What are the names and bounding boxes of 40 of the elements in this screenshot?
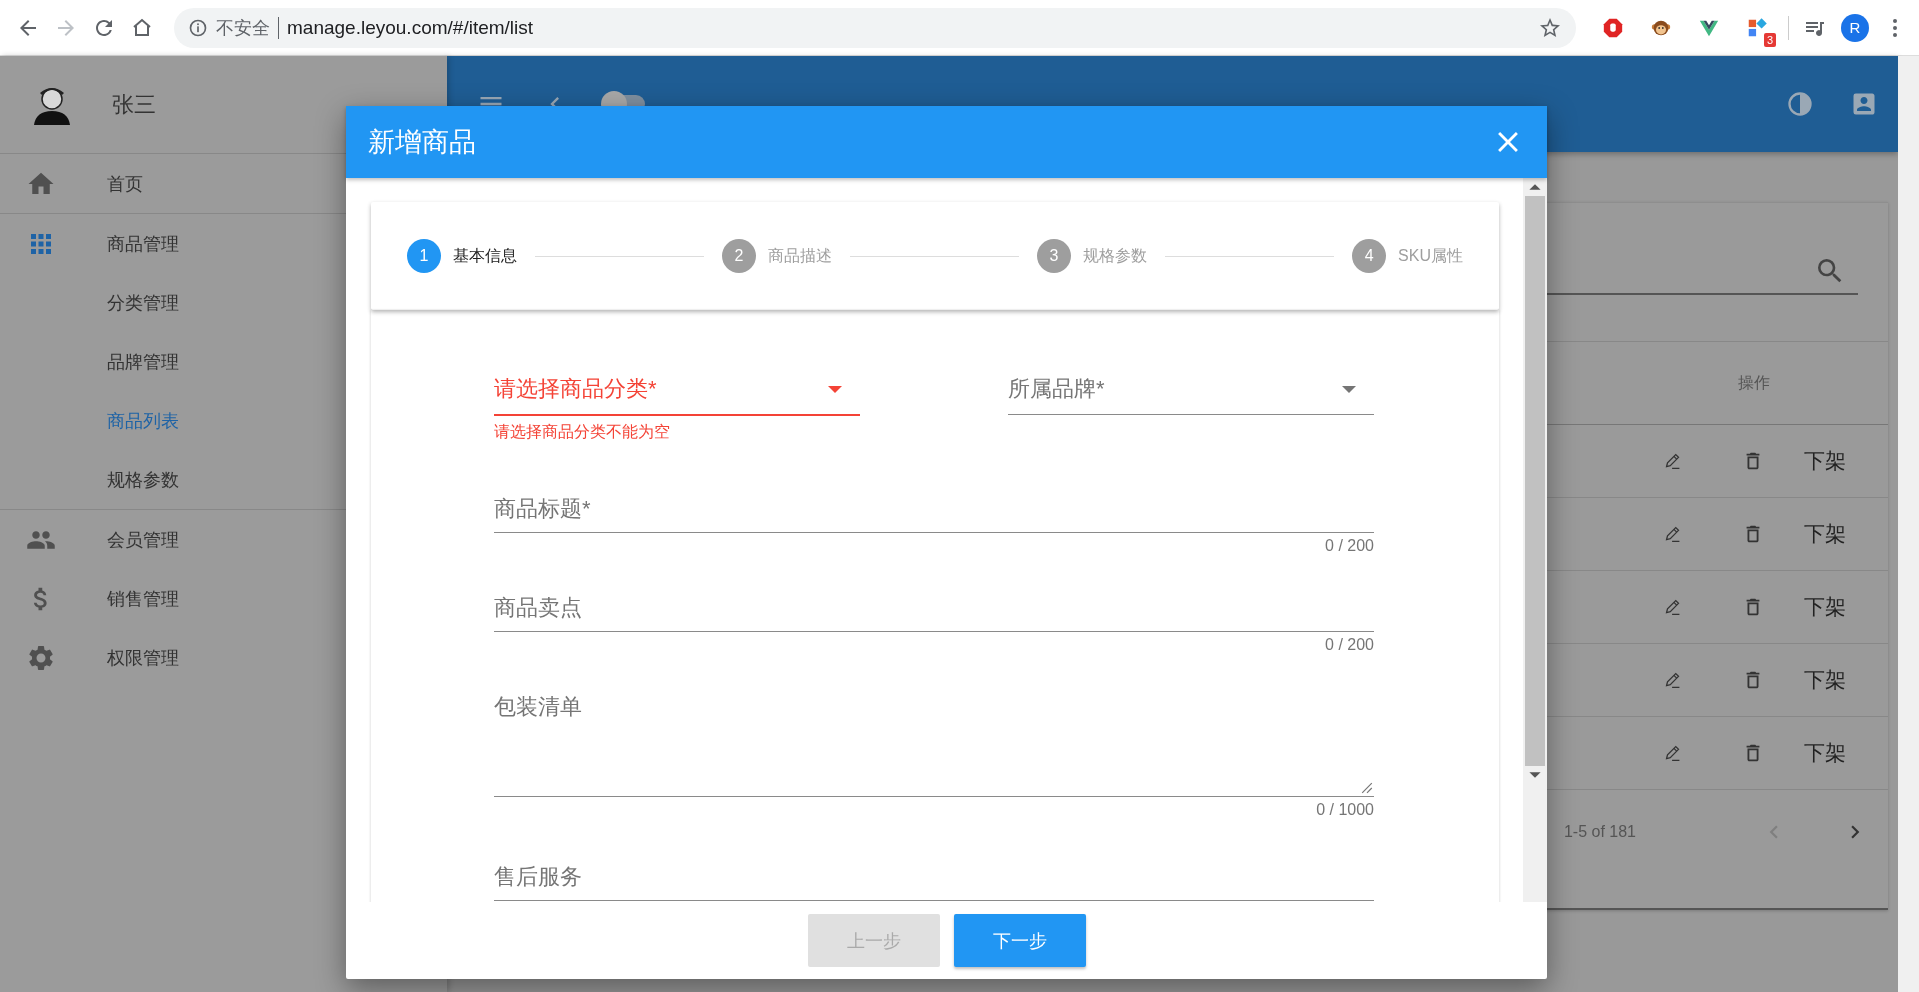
select-field[interactable]: 请选择商品分类*	[494, 370, 860, 416]
character-counter: 0 / 1000	[1316, 801, 1374, 819]
step[interactable]: 3 规格参数	[1037, 239, 1148, 273]
nav-item[interactable]: 会员管理	[0, 510, 447, 569]
page-scrollbar[interactable]	[1898, 56, 1919, 992]
dropdown-icon	[828, 385, 842, 393]
nav-item[interactable]: 权限管理	[0, 628, 447, 687]
text-field[interactable]: 售后服务	[494, 862, 1374, 901]
select-field[interactable]: 所属品牌*	[1008, 370, 1374, 415]
profile-avatar[interactable]: R	[1841, 13, 1869, 42]
error-message: 请选择商品分类不能为空	[494, 422, 671, 442]
textarea-field[interactable]: 包装清单	[494, 692, 1374, 797]
nav-item[interactable]: 销售管理	[0, 569, 447, 628]
text-field[interactable]: 商品卖点	[494, 593, 1374, 632]
step[interactable]: 1 基本信息	[407, 239, 517, 273]
text-field[interactable]: 商品标题*	[494, 494, 1374, 533]
character-counter: 0 / 200	[1325, 537, 1374, 555]
unlist-action[interactable]: 下架	[1804, 520, 1846, 548]
user-name: 张三	[112, 90, 156, 119]
info-icon[interactable]	[188, 17, 208, 38]
character-counter: 0 / 200	[1325, 636, 1374, 654]
step[interactable]: 4 SKU属性	[1352, 239, 1463, 273]
contrast-icon[interactable]	[1786, 90, 1814, 118]
page-range: 1-5 of 181	[1563, 823, 1636, 841]
resize-handle-icon[interactable]	[1361, 782, 1373, 794]
step[interactable]: 2 商品描述	[722, 239, 833, 273]
address-bar[interactable]: 不安全 manage.leyou.com/#/item/list	[174, 7, 1576, 48]
blocks-icon[interactable]	[1746, 16, 1768, 39]
unlist-action[interactable]: 下架	[1804, 447, 1846, 475]
stop-hand-icon[interactable]	[1602, 16, 1624, 39]
extension-badge: 3	[1763, 32, 1776, 47]
security-label: 不安全	[216, 16, 270, 40]
unlist-action[interactable]: 下架	[1804, 593, 1846, 621]
dropdown-icon	[1342, 385, 1356, 393]
next-step-button[interactable]: 下一步	[953, 914, 1086, 967]
unlist-action[interactable]: 下架	[1804, 666, 1846, 694]
unlist-action[interactable]: 下架	[1804, 739, 1846, 767]
url-text: manage.leyou.com/#/item/list	[287, 16, 534, 39]
column-header: 操作	[1738, 372, 1770, 393]
scrollbar[interactable]	[1523, 178, 1547, 902]
